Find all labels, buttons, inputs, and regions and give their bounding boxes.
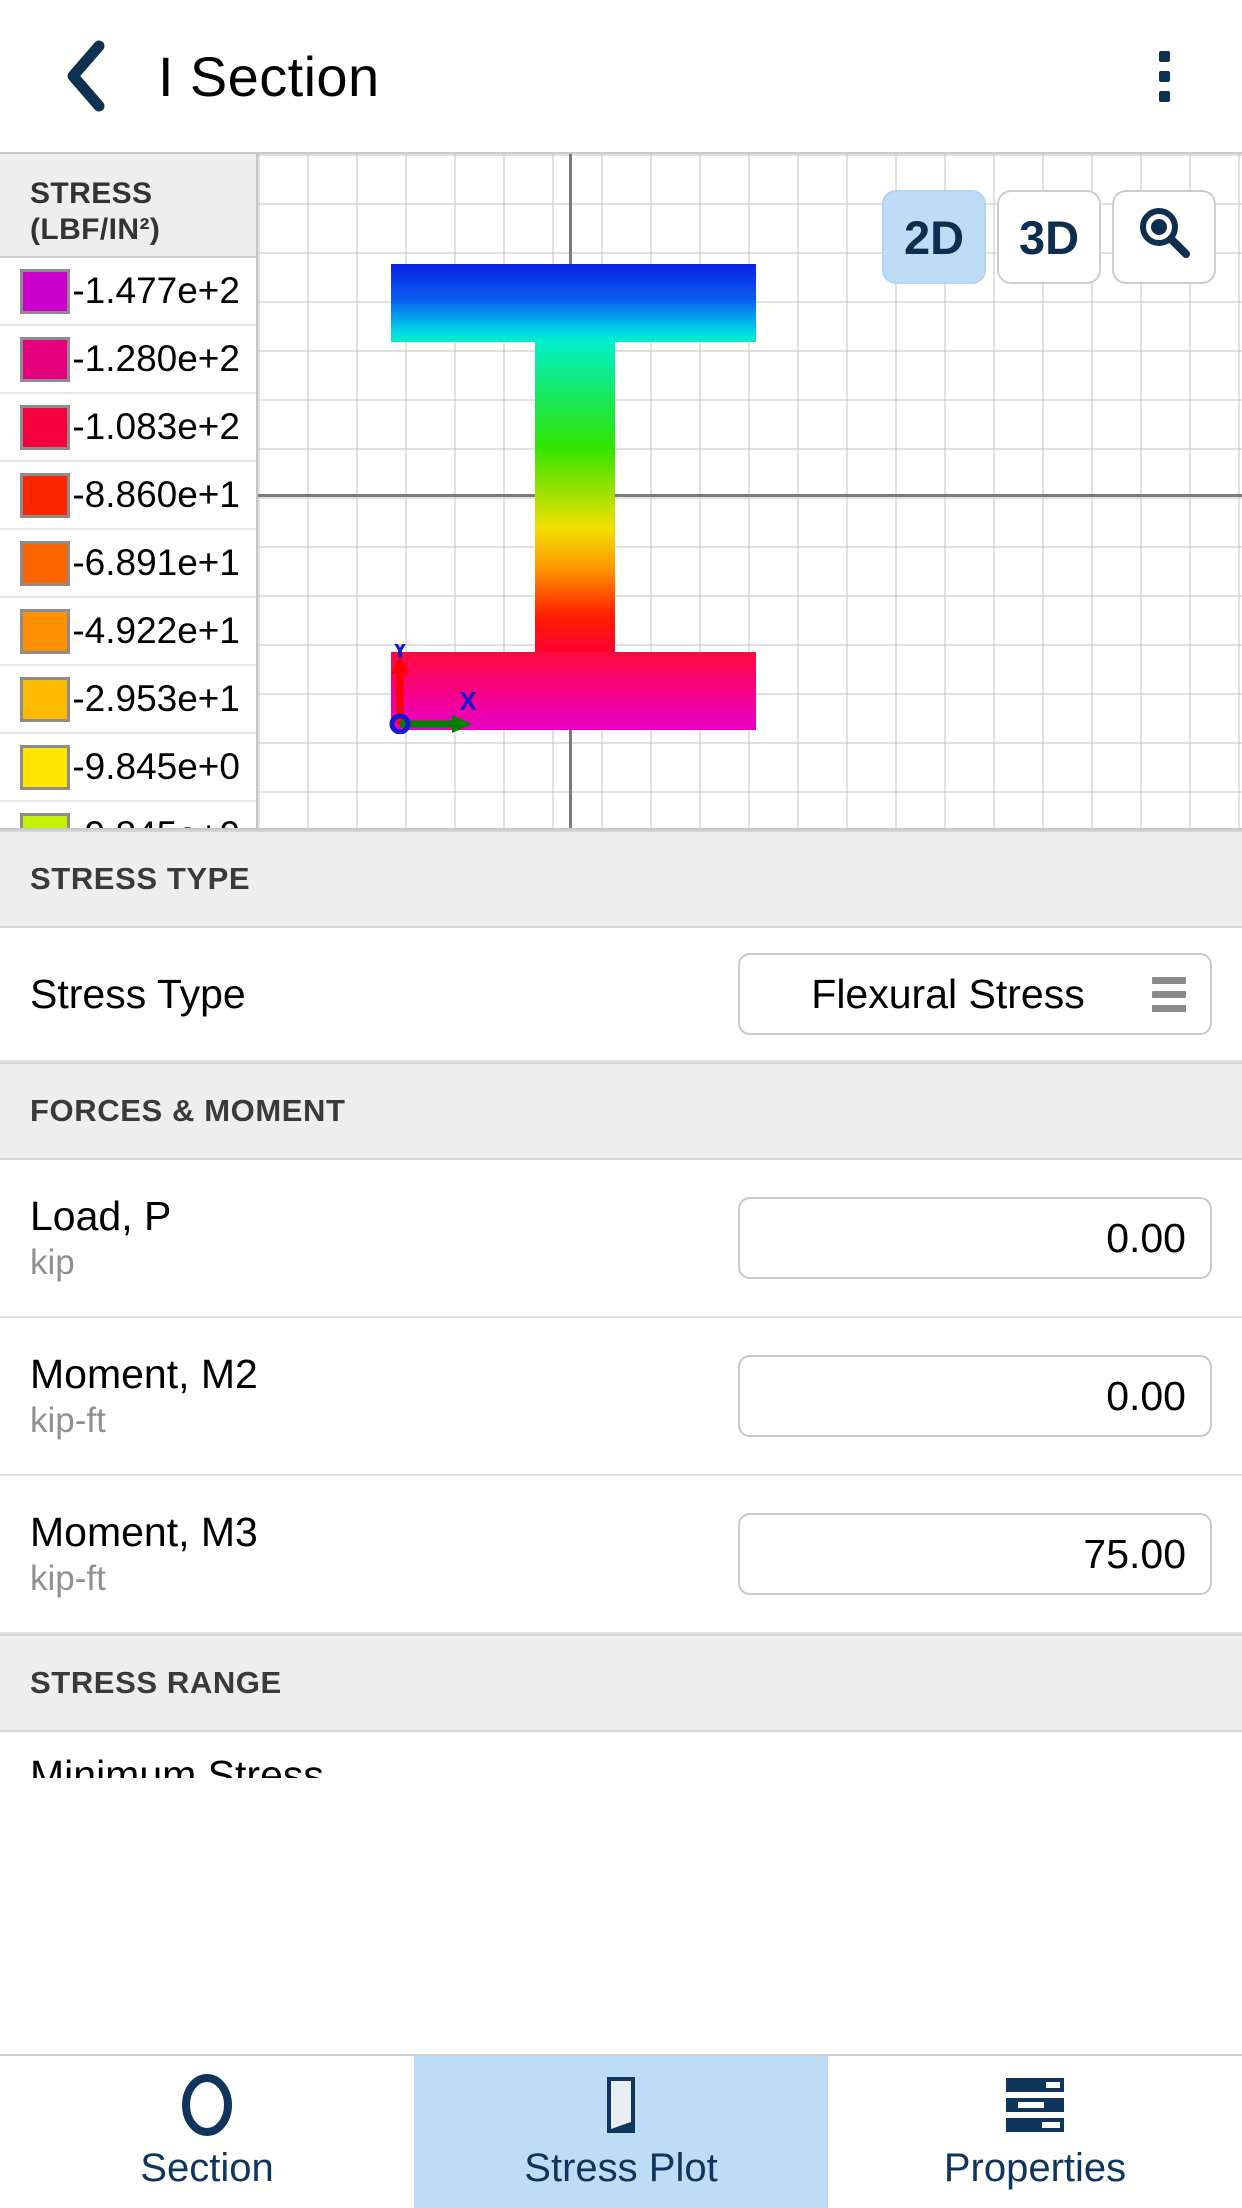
tab-stress-plot[interactable]: Stress Plot xyxy=(414,2056,828,2208)
force-moment-label: Moment, M3 xyxy=(30,1509,258,1555)
forces-moment-rows: Load, Pkip 0.00 Moment, M2 kip-ft 0.00 Moment… xyxy=(0,1160,1242,1634)
legend-row: -4.922e+1 xyxy=(0,598,256,666)
legend-rows: -1.477e+2 -1.280e+2 -1.083e+2 -8.860e+1 -6.8… xyxy=(0,258,256,828)
menu-line xyxy=(1152,990,1186,998)
row-minimum-stress-clipped[interactable]: Minimum Stress xyxy=(0,1732,1242,1778)
force-moment-input[interactable]: 0.00 xyxy=(738,1197,1212,1279)
legend-color-swatch xyxy=(20,472,70,518)
legend-value-label: -4.922e+1 xyxy=(72,610,240,651)
legend-row: -2.953e+1 xyxy=(0,666,256,734)
app-bar: I Section xyxy=(0,0,1242,152)
legend-value-label: -1.083e+2 xyxy=(72,406,240,447)
view-controls: 2D 3D xyxy=(882,190,1216,284)
legend-title-line2: (LBF/IN²) xyxy=(30,213,161,246)
stress-plot-region: Y X 2D 3D STRESS (LBF/IN²) -1.477e+2 -1.2… xyxy=(0,152,1242,830)
back-button[interactable] xyxy=(50,40,122,112)
axis-triad: Y X xyxy=(384,644,504,734)
svg-text:Y: Y xyxy=(391,644,408,664)
list-menu-icon xyxy=(1152,976,1186,1012)
minimum-stress-label: Minimum Stress xyxy=(30,1752,324,1778)
legend-row: -9.845e+0 xyxy=(0,734,256,802)
legend-value-label: 9.845e+0 xyxy=(70,814,256,828)
force-moment-unit: kip-ft xyxy=(30,1559,106,1598)
row-force-moment[interactable]: Moment, M2 kip-ft 0.00 xyxy=(0,1318,1242,1476)
stress-type-value: Flexural Stress xyxy=(811,970,1085,1017)
legend-title-line1: STRESS xyxy=(30,177,153,210)
legend-color-swatch xyxy=(20,608,70,654)
legend-color-swatch xyxy=(20,812,70,828)
properties-list-icon xyxy=(1002,2074,1068,2136)
tab-properties[interactable]: Properties xyxy=(828,2056,1242,2208)
overflow-dot xyxy=(1158,70,1170,82)
view-2d-button[interactable]: 2D xyxy=(882,190,986,284)
overflow-dot xyxy=(1158,90,1170,102)
zoom-button[interactable] xyxy=(1112,190,1216,284)
legend-row: -1.083e+2 xyxy=(0,394,256,462)
stress-type-label: Stress Type xyxy=(30,971,246,1017)
section-header-stress-range: STRESS RANGE xyxy=(0,1634,1242,1732)
overflow-menu-icon[interactable] xyxy=(1132,39,1196,113)
force-moment-label: Moment, M2 xyxy=(30,1351,258,1397)
legend-color-swatch xyxy=(20,540,70,586)
section-header-label: STRESS TYPE xyxy=(30,861,251,896)
legend-color-swatch xyxy=(20,404,70,450)
menu-line xyxy=(1152,976,1186,984)
legend-value-label: -8.860e+1 xyxy=(72,474,240,515)
legend-color-swatch xyxy=(20,336,70,382)
row-label-group: Load, P kip xyxy=(30,1191,738,1285)
legend-value-label: -1.280e+2 xyxy=(72,338,240,379)
top-flange xyxy=(391,264,756,342)
force-moment-input[interactable]: 75.00 xyxy=(738,1513,1212,1595)
tab-section[interactable]: Section xyxy=(0,2056,414,2208)
section-header-label: STRESS RANGE xyxy=(30,1665,282,1700)
svg-text:X: X xyxy=(459,686,477,716)
tab-stress-plot-label: Stress Plot xyxy=(524,2145,718,2190)
row-label-group: Moment, M2 kip-ft xyxy=(30,1349,738,1443)
force-moment-unit: kip xyxy=(30,1243,75,1282)
stress-plot-icon xyxy=(593,2074,649,2136)
section-header-label: FORCES & MOMENT xyxy=(30,1093,346,1128)
view-3d-button[interactable]: 3D xyxy=(997,190,1101,284)
legend-row: -1.477e+2 xyxy=(0,258,256,326)
force-moment-value: 0.00 xyxy=(1106,1214,1186,1261)
legend-color-swatch xyxy=(20,268,70,314)
overflow-dot xyxy=(1158,50,1170,62)
chevron-left-icon xyxy=(63,40,109,112)
legend-header: STRESS (LBF/IN²) xyxy=(0,154,256,258)
magnifier-icon xyxy=(1136,204,1192,271)
legend-value-label: -1.477e+2 xyxy=(72,270,240,311)
force-moment-unit: kip-ft xyxy=(30,1401,106,1440)
bottom-tab-bar: Section Stress Plot Properties xyxy=(0,2054,1242,2208)
menu-line xyxy=(1152,1004,1186,1012)
legend-value-label: -9.845e+0 xyxy=(72,746,240,787)
legend-row: -6.891e+1 xyxy=(0,530,256,598)
row-label-group: Stress Type xyxy=(30,969,738,1019)
stress-legend[interactable]: STRESS (LBF/IN²) -1.477e+2 -1.280e+2 -1.08… xyxy=(0,154,258,828)
row-label-group: Moment, M3 kip-ft xyxy=(30,1507,738,1601)
legend-value-label: -6.891e+1 xyxy=(72,542,240,583)
web xyxy=(535,342,615,652)
force-moment-value: 75.00 xyxy=(1083,1530,1186,1577)
row-force-moment[interactable]: Moment, M3 kip-ft 75.00 xyxy=(0,1476,1242,1634)
legend-color-swatch xyxy=(20,676,70,722)
tab-section-label: Section xyxy=(140,2145,274,2190)
force-moment-label: Load, P xyxy=(30,1193,172,1239)
legend-color-swatch xyxy=(20,744,70,790)
legend-row: 9.845e+0 xyxy=(0,802,256,828)
force-moment-value: 0.00 xyxy=(1106,1372,1186,1419)
section-header-stress-type: STRESS TYPE xyxy=(0,830,1242,928)
tab-properties-label: Properties xyxy=(943,2145,1127,2190)
force-moment-input[interactable]: 0.00 xyxy=(738,1355,1212,1437)
legend-row: -1.280e+2 xyxy=(0,326,256,394)
circle-outline-icon xyxy=(178,2073,236,2136)
legend-row: -8.860e+1 xyxy=(0,462,256,530)
page-title: I Section xyxy=(158,44,380,108)
row-force-moment[interactable]: Load, P kip 0.00 xyxy=(0,1160,1242,1318)
row-stress-type[interactable]: Stress Type Flexural Stress xyxy=(0,928,1242,1062)
legend-value-label: -2.953e+1 xyxy=(72,678,240,719)
section-header-forces-moment: FORCES & MOMENT xyxy=(0,1062,1242,1160)
stress-type-select[interactable]: Flexural Stress xyxy=(738,953,1212,1035)
